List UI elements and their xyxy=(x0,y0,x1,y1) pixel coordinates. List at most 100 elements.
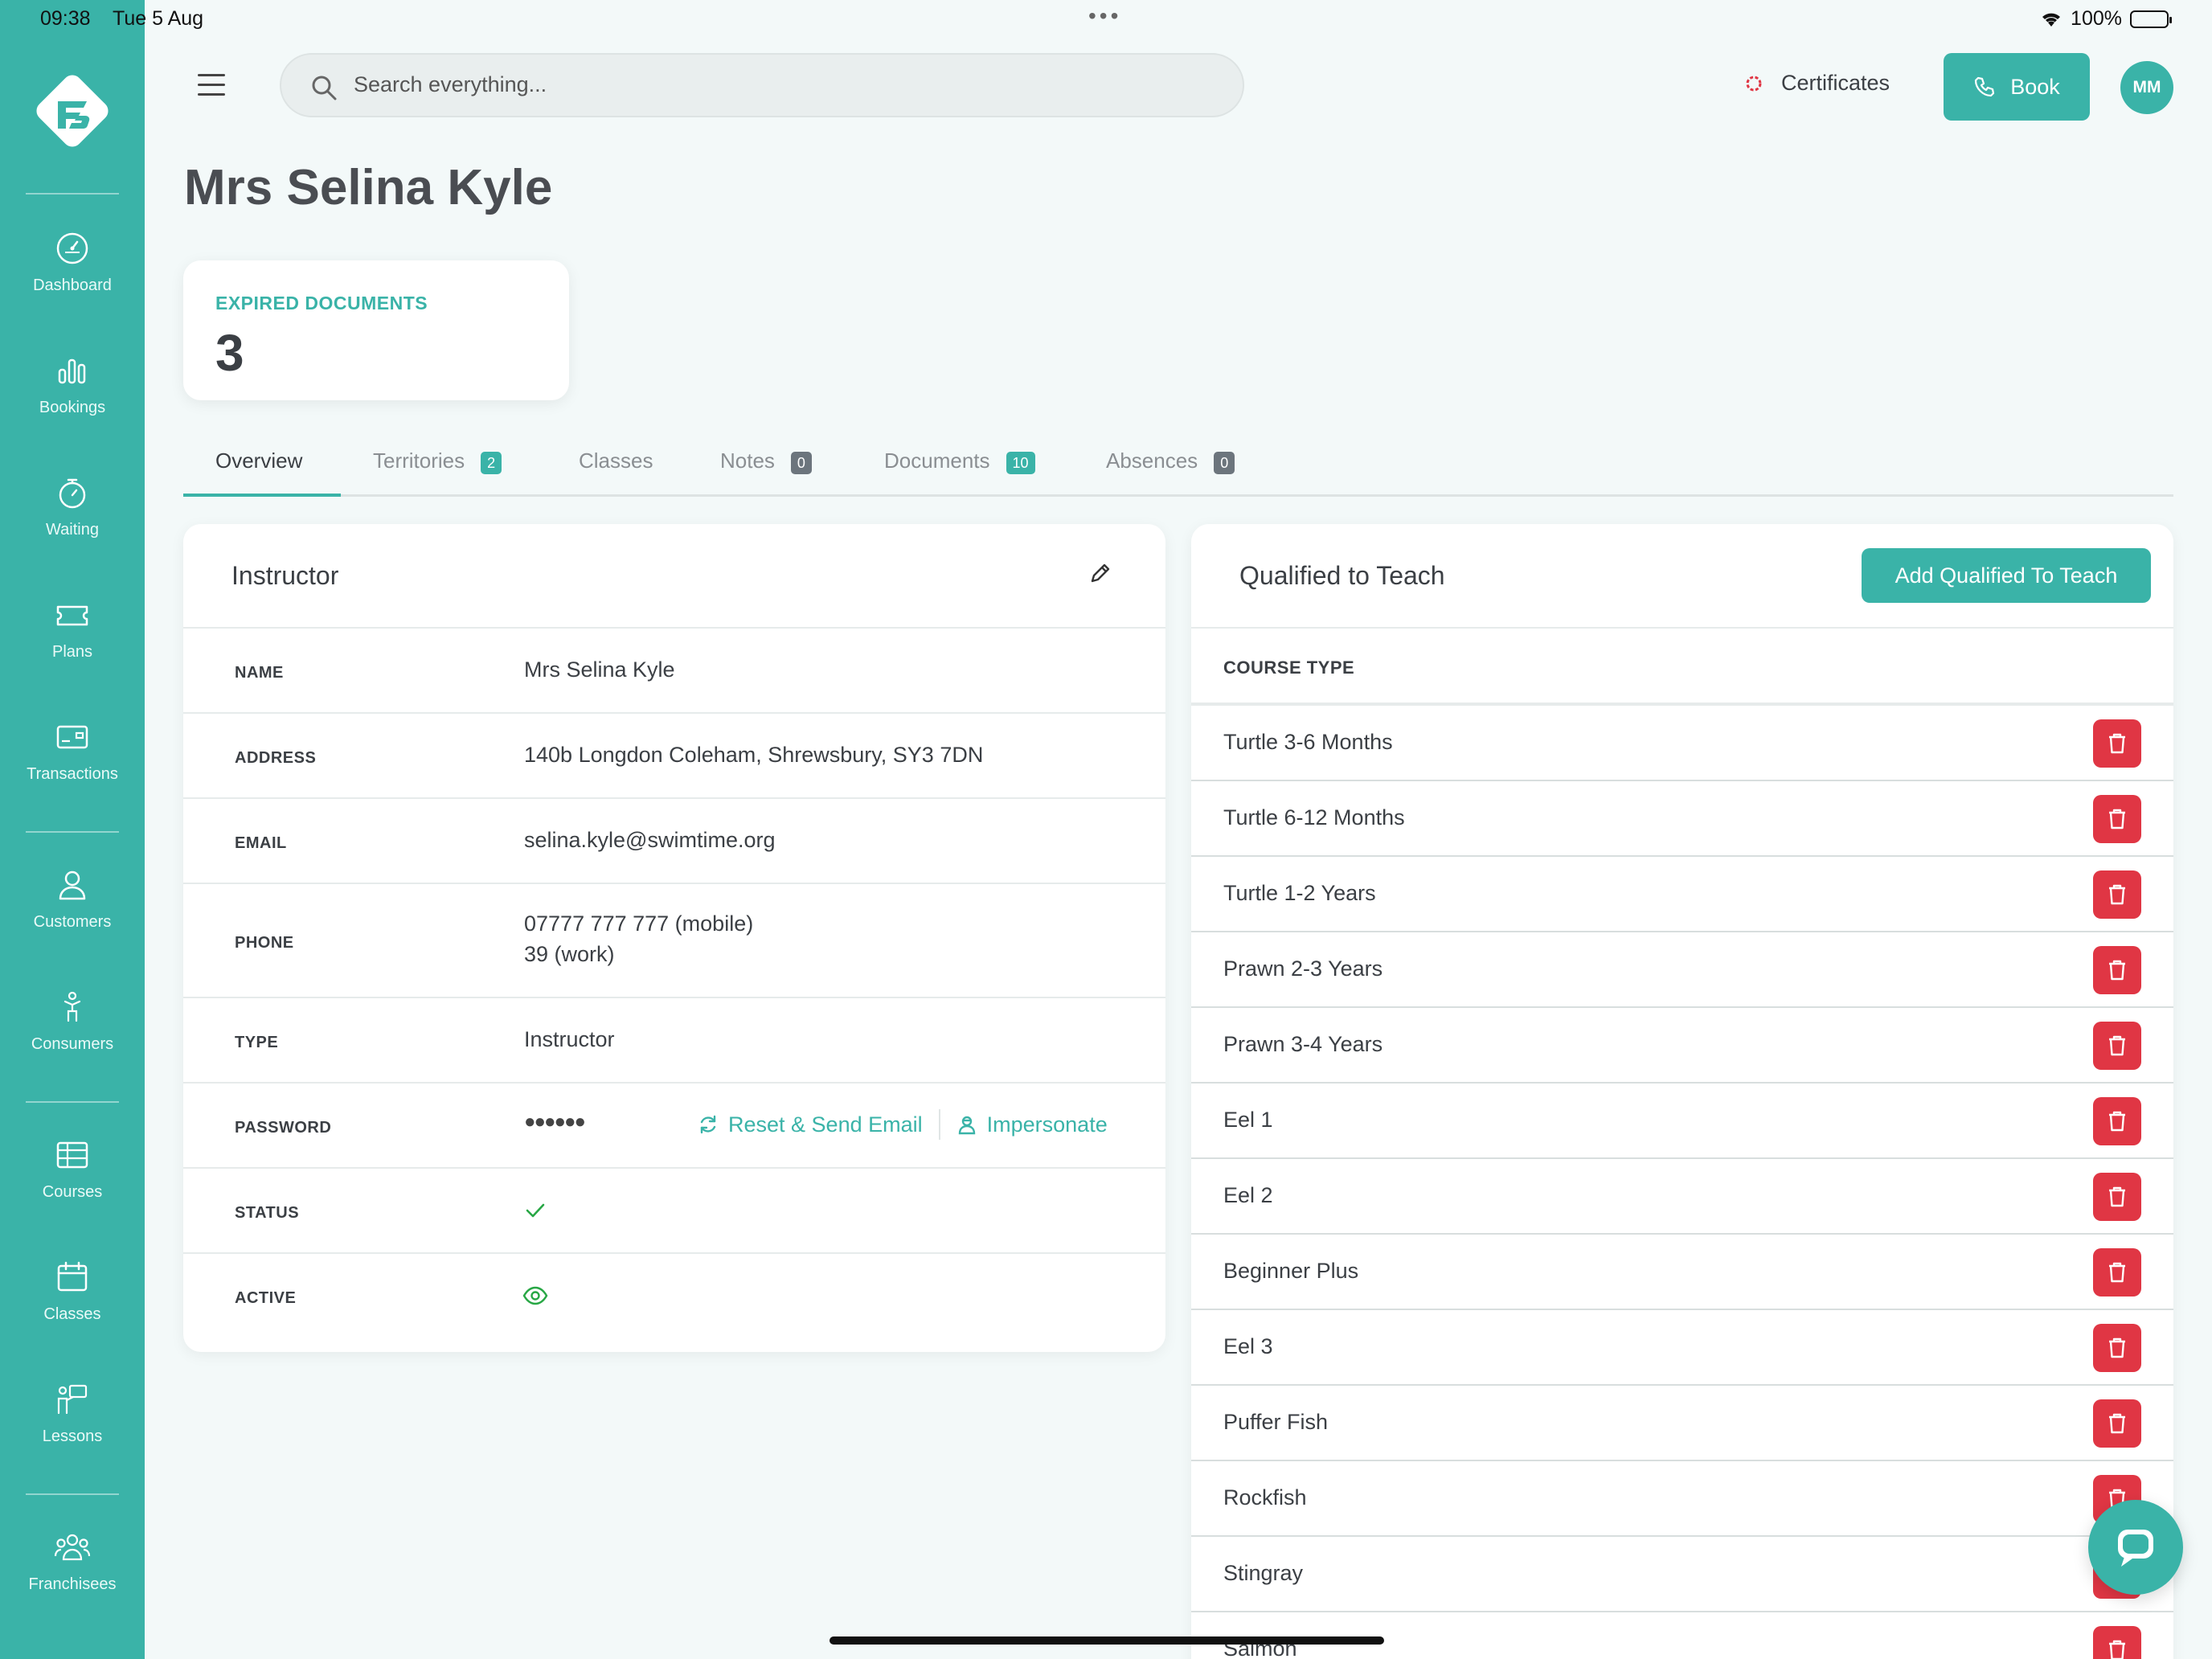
delete-button[interactable] xyxy=(2093,719,2141,768)
card-title: Instructor xyxy=(231,561,339,590)
sidebar-item-courses[interactable]: Courses xyxy=(0,1137,145,1233)
sidebar-item-transactions[interactable]: Transactions xyxy=(0,719,145,815)
tab-label: Absences xyxy=(1106,449,1198,473)
table-row: Stingray xyxy=(1191,1537,2173,1612)
sidebar-divider xyxy=(26,1493,119,1495)
course-type-name: Turtle 1-2 Years xyxy=(1223,881,1376,905)
multitask-dots-icon[interactable]: ••• xyxy=(1088,3,1121,29)
users-group-icon xyxy=(54,1534,91,1561)
child-icon xyxy=(63,991,81,1022)
sidebar-item-consumers[interactable]: Consumers xyxy=(0,989,145,1085)
search-input[interactable]: Search everything... xyxy=(280,53,1244,117)
delete-button[interactable] xyxy=(2093,1626,2141,1659)
delete-button[interactable] xyxy=(2093,1022,2141,1070)
checkmark-icon xyxy=(526,1203,545,1218)
wifi-icon xyxy=(2042,13,2061,27)
stat-value: 3 xyxy=(215,324,244,382)
sidebar-item-label: Bookings xyxy=(39,399,106,416)
course-type-name: Rockfish xyxy=(1223,1485,1307,1509)
table-row: Eel 1 xyxy=(1191,1083,2173,1159)
tab-label: Overview xyxy=(215,449,303,473)
user-icon xyxy=(59,870,86,900)
detail-row-address: ADDRESS 140b Longdon Coleham, Shrewsbury… xyxy=(183,714,1165,799)
home-indicator[interactable] xyxy=(830,1636,1384,1645)
sidebar-item-waiting[interactable]: Waiting xyxy=(0,474,145,571)
avatar[interactable]: MM xyxy=(2120,61,2173,114)
reset-send-email-button[interactable]: Reset & Send Email xyxy=(698,1112,923,1137)
stat-label: EXPIRED DOCUMENTS xyxy=(215,293,428,313)
trash-icon xyxy=(2109,1111,2125,1132)
delete-button[interactable] xyxy=(2093,1097,2141,1145)
course-type-name: Eel 3 xyxy=(1223,1334,1273,1358)
trash-icon xyxy=(2109,1186,2125,1207)
table-row: Prawn 2-3 Years xyxy=(1191,932,2173,1008)
tab-documents[interactable]: Documents 10 xyxy=(884,440,1035,497)
detail-key: PASSWORD xyxy=(235,1119,332,1137)
ticket-icon xyxy=(56,605,88,626)
course-type-name: Puffer Fish xyxy=(1223,1410,1329,1434)
course-type-name: Prawn 3-4 Years xyxy=(1223,1032,1383,1056)
add-qualified-button[interactable]: Add Qualified To Teach xyxy=(1862,548,2151,603)
trash-icon xyxy=(2109,960,2125,981)
table-row: Turtle 6-12 Months xyxy=(1191,781,2173,857)
sidebar-item-lessons[interactable]: Lessons xyxy=(0,1381,145,1477)
tab-territories[interactable]: Territories 2 xyxy=(373,440,502,497)
impersonate-button[interactable]: Impersonate xyxy=(956,1112,1108,1137)
table-row: Eel 3 xyxy=(1191,1310,2173,1386)
page-title: Mrs Selina Kyle xyxy=(184,160,553,215)
detail-value: Instructor xyxy=(524,1027,615,1051)
certificates-link[interactable]: Certificates xyxy=(1743,71,1890,96)
tab-absences[interactable]: Absences 0 xyxy=(1106,440,1235,497)
detail-row-name: NAME Mrs Selina Kyle xyxy=(183,629,1165,714)
tab-label: Documents xyxy=(884,449,990,473)
sidebar-item-franchisees[interactable]: Franchisees xyxy=(0,1529,145,1625)
sidebar-divider xyxy=(26,831,119,833)
sidebar-item-dashboard[interactable]: Dashboard xyxy=(0,230,145,326)
delete-button[interactable] xyxy=(2093,1324,2141,1372)
book-button[interactable]: Book xyxy=(1944,53,2090,121)
sidebar-item-classes[interactable]: Classes xyxy=(0,1259,145,1355)
course-type-name: Beginner Plus xyxy=(1223,1259,1359,1283)
count-badge: 0 xyxy=(1214,452,1235,474)
phone-mobile-link[interactable]: 07777 777 777 (mobile) xyxy=(524,911,753,936)
reset-label: Reset & Send Email xyxy=(728,1112,923,1137)
app-logo-icon[interactable] xyxy=(31,69,114,153)
delete-button[interactable] xyxy=(2093,1399,2141,1448)
pencil-edit-icon[interactable] xyxy=(1088,561,1112,585)
detail-row-status: STATUS xyxy=(183,1169,1165,1254)
sidebar-item-bookings[interactable]: Bookings xyxy=(0,352,145,449)
sidebar-item-label: Customers xyxy=(33,913,112,931)
stopwatch-icon xyxy=(59,478,86,509)
table-row: Puffer Fish xyxy=(1191,1386,2173,1461)
delete-button[interactable] xyxy=(2093,870,2141,919)
delete-button[interactable] xyxy=(2093,946,2141,994)
detail-key: PHONE xyxy=(235,934,294,952)
tab-notes[interactable]: Notes 0 xyxy=(720,440,812,497)
chat-launcher-button[interactable] xyxy=(2088,1500,2183,1595)
column-header-course-type: COURSE TYPE xyxy=(1223,657,1355,678)
delete-button[interactable] xyxy=(2093,1248,2141,1296)
course-type-name: Prawn 2-3 Years xyxy=(1223,956,1383,981)
expired-documents-card[interactable]: EXPIRED DOCUMENTS 3 xyxy=(183,260,569,400)
sidebar-item-label: Waiting xyxy=(46,521,99,539)
eye-icon xyxy=(522,1286,548,1305)
chat-bubble-icon xyxy=(2118,1530,2153,1567)
delete-button[interactable] xyxy=(2093,795,2141,843)
menu-toggle-icon[interactable] xyxy=(198,74,225,96)
delete-button[interactable] xyxy=(2093,1173,2141,1221)
tab-classes[interactable]: Classes xyxy=(579,440,653,497)
detail-key: NAME xyxy=(235,664,284,682)
sidebar-item-customers[interactable]: Customers xyxy=(0,866,145,963)
sidebar-item-plans[interactable]: Plans xyxy=(0,596,145,693)
course-type-name: Eel 2 xyxy=(1223,1183,1273,1207)
table-row: Salmon xyxy=(1191,1612,2173,1659)
trash-icon xyxy=(2109,884,2125,905)
detail-value: 140b Longdon Coleham, Shrewsbury, SY3 7D… xyxy=(524,743,984,767)
card-title: Qualified to Teach xyxy=(1239,561,1445,590)
tab-overview[interactable]: Overview xyxy=(215,440,302,497)
phone-work-link[interactable]: 39 (work) xyxy=(524,942,615,967)
tab-label: Notes xyxy=(720,449,775,473)
phone-icon xyxy=(1975,76,1995,97)
email-link[interactable]: selina.kyle@swimtime.org xyxy=(524,828,776,853)
search-icon xyxy=(312,76,337,100)
